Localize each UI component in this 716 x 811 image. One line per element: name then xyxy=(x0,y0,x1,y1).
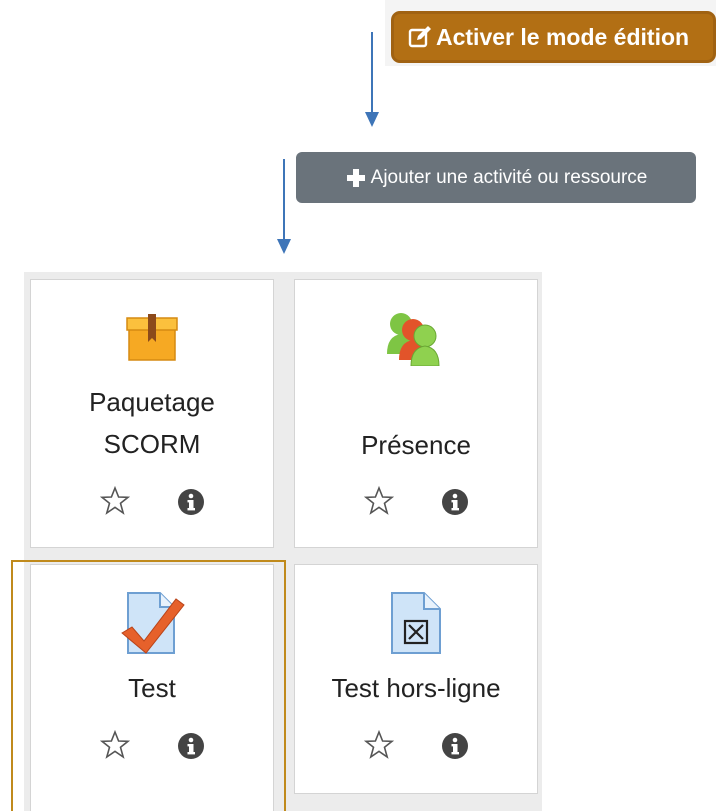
activity-card-offline-test[interactable]: Test hors-ligne xyxy=(294,564,538,794)
edit-mode-button[interactable]: Activer le mode édition xyxy=(391,11,716,63)
add-activity-button[interactable]: Ajouter une activité ou ressource xyxy=(296,152,696,203)
activity-card-test[interactable]: Test xyxy=(30,564,274,811)
activity-label: Test hors-ligne xyxy=(331,673,501,703)
activity-card-presence[interactable]: Présence xyxy=(294,279,538,548)
star-icon[interactable] xyxy=(364,730,394,760)
plus-icon xyxy=(345,167,367,189)
info-icon[interactable] xyxy=(177,732,205,760)
info-icon[interactable] xyxy=(441,732,469,760)
down-arrow-1 xyxy=(365,32,379,127)
activity-label-line: Paquetage xyxy=(89,387,215,417)
activity-label: Test xyxy=(128,673,176,703)
add-activity-label: Ajouter une activité ou ressource xyxy=(370,166,648,188)
activity-label-line: SCORM xyxy=(103,429,201,459)
activity-label: Présence xyxy=(361,430,471,460)
star-icon[interactable] xyxy=(100,486,130,516)
quiz-icon xyxy=(121,592,185,654)
star-icon[interactable] xyxy=(364,486,394,516)
scorm-package-icon xyxy=(126,314,178,361)
info-icon[interactable] xyxy=(177,488,205,516)
edit-mode-label: Activer le mode édition xyxy=(436,23,690,50)
activity-card-scorm[interactable]: Paquetage SCORM xyxy=(30,279,274,548)
info-icon[interactable] xyxy=(441,488,469,516)
attendance-icon xyxy=(387,313,440,366)
activity-label: Paquetage SCORM xyxy=(31,381,273,465)
edit-icon xyxy=(408,25,432,49)
offline-quiz-icon xyxy=(391,592,441,654)
down-arrow-2 xyxy=(277,159,291,254)
star-icon[interactable] xyxy=(100,730,130,760)
